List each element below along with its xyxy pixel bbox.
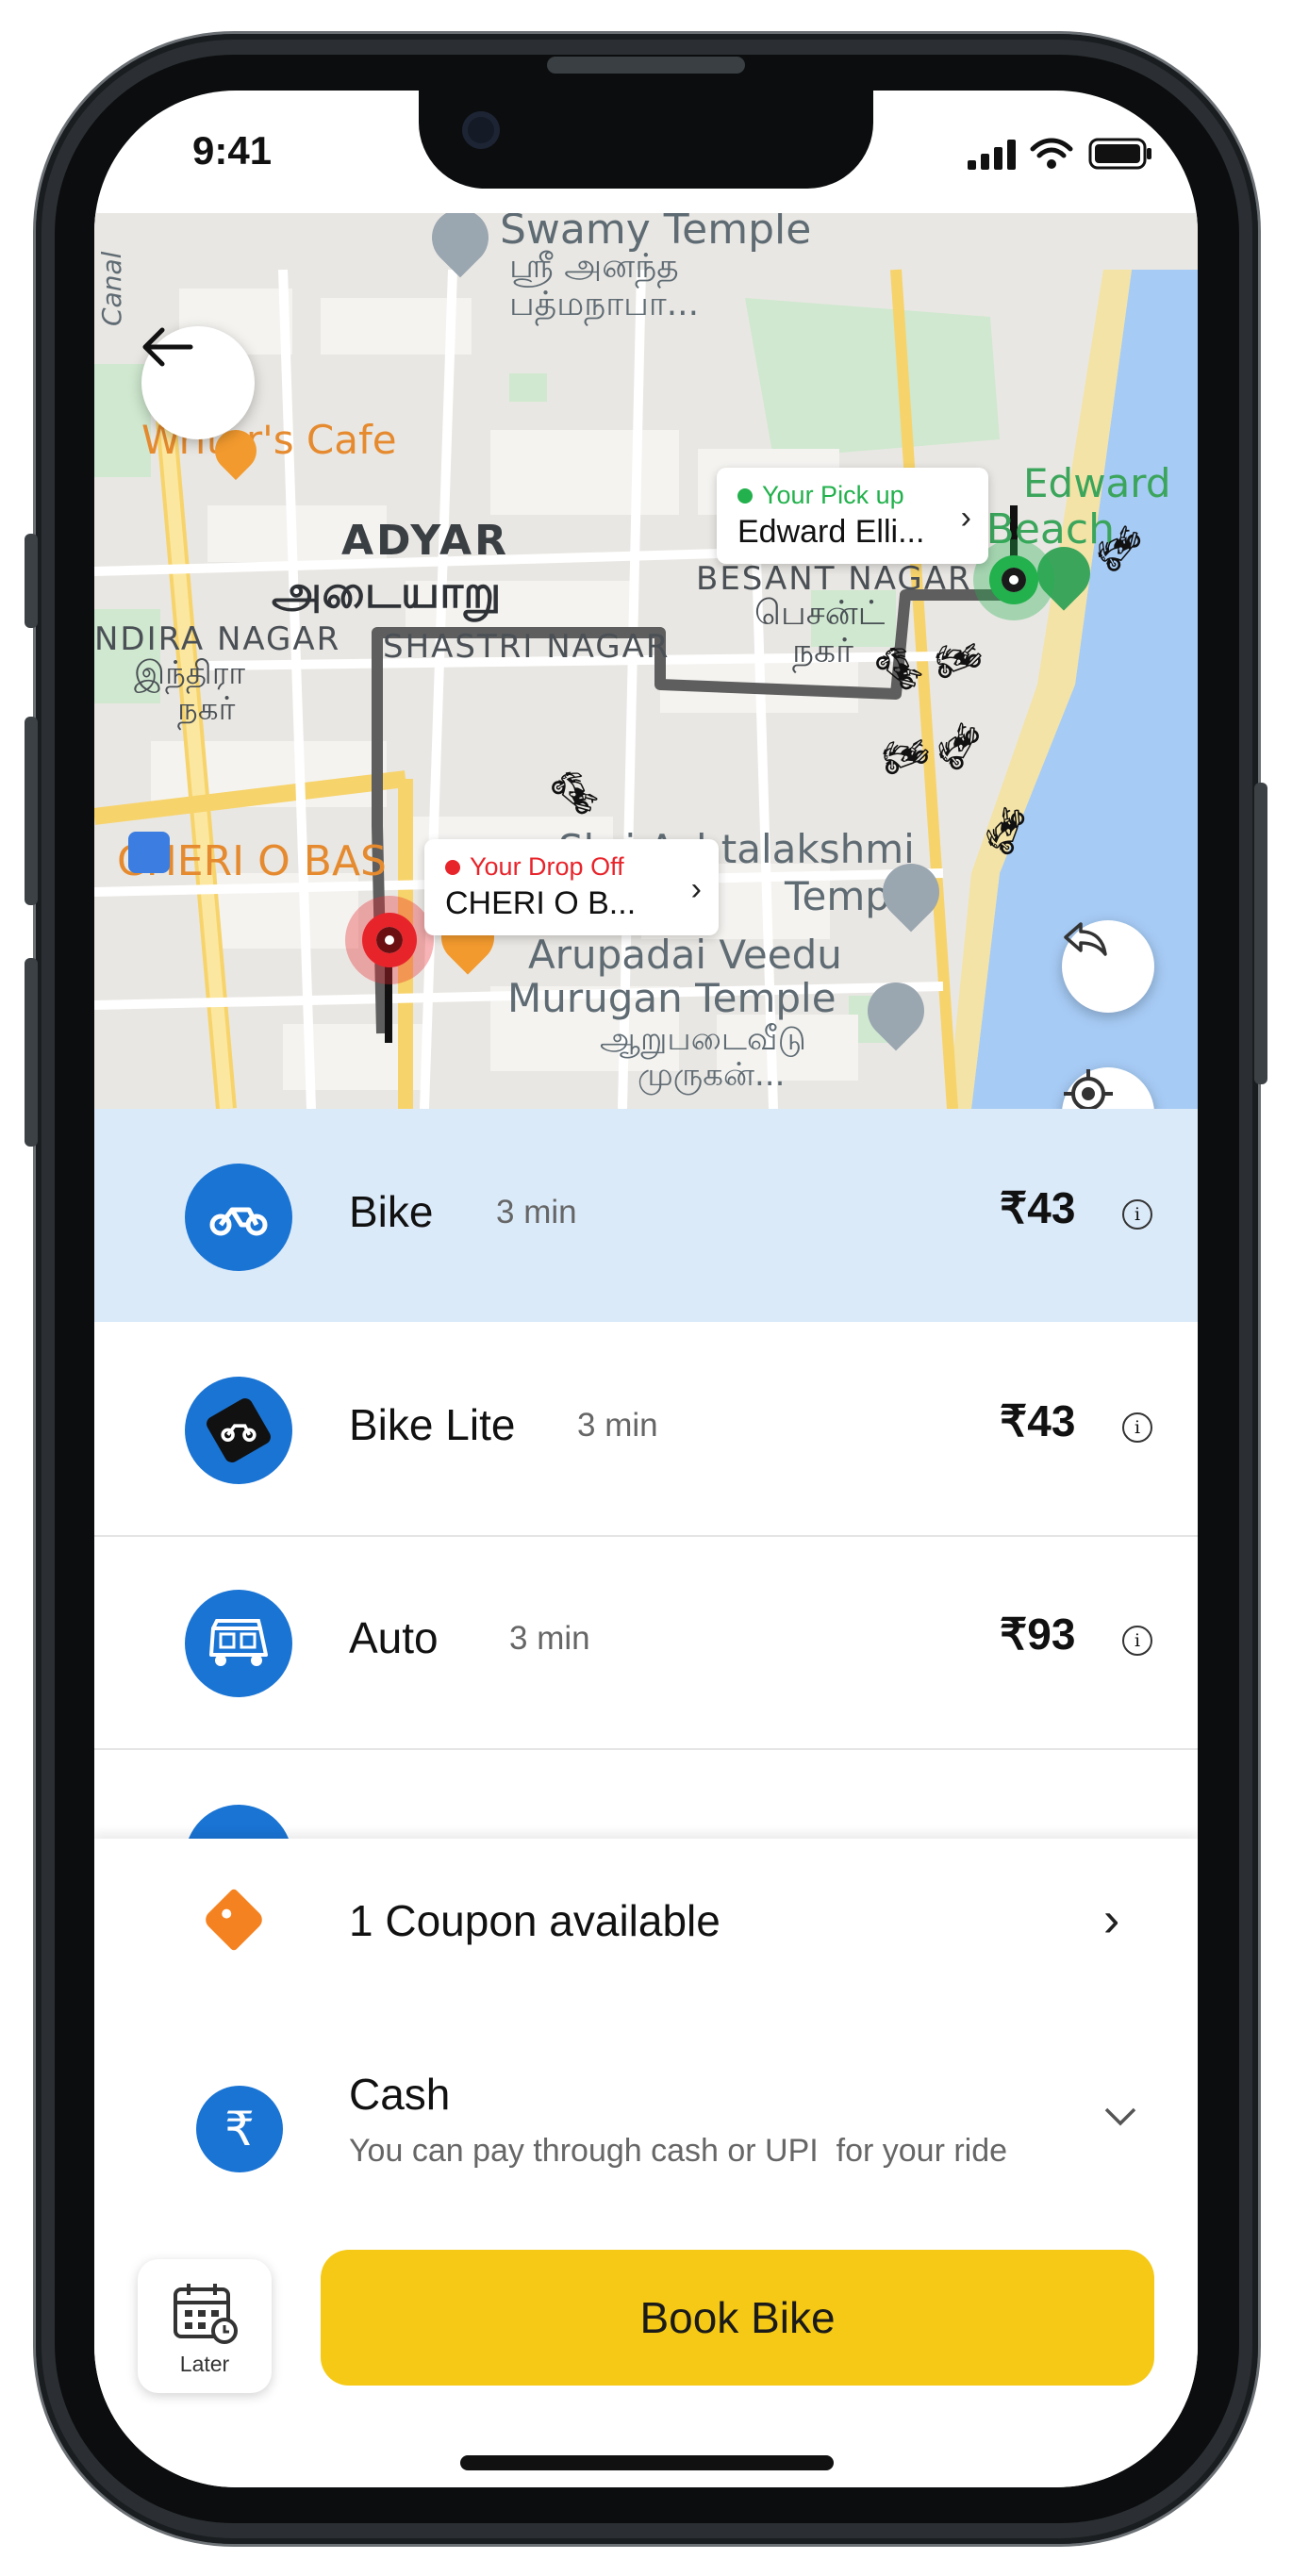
bike-icon xyxy=(185,1164,292,1271)
payment-subtitle: You can pay through cash or UPI for your… xyxy=(349,2133,1008,2169)
volume-up-button xyxy=(25,717,38,905)
ride-option-auto[interactable]: Auto 3 min ₹93 i xyxy=(94,1535,1198,1750)
speaker-grille xyxy=(547,57,745,74)
ride-name: Bike Lite xyxy=(349,1400,516,1449)
rupee-icon: ₹ xyxy=(196,2086,283,2172)
later-label: Later xyxy=(179,2352,230,2376)
power-button xyxy=(1254,783,1267,1084)
home-indicator xyxy=(460,2455,834,2470)
calendar-clock-icon xyxy=(174,2284,238,2344)
dropoff-pin xyxy=(345,896,434,984)
volume-down-button xyxy=(25,958,38,1147)
map-label-adyar-ta: அடையாறு xyxy=(272,566,502,619)
map-label-besant-nagar-ta2: நகர் xyxy=(792,632,853,670)
schedule-later-button[interactable]: Later xyxy=(138,2259,272,2393)
front-camera xyxy=(462,111,500,149)
ride-price: ₹43 xyxy=(1000,1183,1076,1232)
back-button[interactable] xyxy=(141,326,255,439)
map-label-indira-nagar: NDIRA NAGAR xyxy=(94,620,341,658)
status-time: 9:41 xyxy=(192,128,273,173)
info-icon[interactable]: i xyxy=(1122,1412,1152,1443)
dropoff-label: Your Drop Off xyxy=(470,852,624,881)
screen: Swamy Temple ஸ்ரீ அனந்த பத்மநாபா... Cana… xyxy=(94,91,1198,2487)
coupon-label: 1 Coupon available xyxy=(349,1896,721,1945)
map-label-canal: Canal xyxy=(96,251,127,326)
map-label-indira-nagar-ta2: நகர் xyxy=(177,690,236,728)
map-label-elliots-beach-1: Edward xyxy=(1023,460,1171,506)
reroute-button[interactable] xyxy=(1062,920,1154,1013)
arrow-left-icon xyxy=(142,327,193,367)
map-label-arupadai-2: Murugan Temple xyxy=(507,975,836,1021)
ride-price: ₹43 xyxy=(1000,1396,1076,1445)
crosshair-icon xyxy=(1064,1069,1113,1109)
book-bike-button[interactable]: Book Bike xyxy=(321,2250,1154,2386)
info-icon[interactable]: i xyxy=(1122,1199,1152,1230)
map-label-swamy-temple-ta2: பத்மநாபா... xyxy=(509,285,700,323)
ride-name: Auto xyxy=(349,1613,439,1662)
chevron-right-icon: › xyxy=(960,500,971,536)
mute-switch xyxy=(25,534,38,628)
dropoff-callout[interactable]: Your Drop Off CHERI O B... › xyxy=(424,839,719,935)
auto-rickshaw-icon xyxy=(185,1590,292,1697)
ride-eta: 3 min xyxy=(496,1194,577,1230)
ride-price: ₹93 xyxy=(1000,1610,1076,1659)
map-label-shastri-nagar: SHASTRI NAGAR xyxy=(383,628,671,666)
bike-lite-icon xyxy=(185,1377,292,1484)
train-station-icon xyxy=(128,832,170,873)
ride-option-bike-lite[interactable]: Bike Lite 3 min ₹43 i xyxy=(94,1322,1198,1537)
payment-title: Cash xyxy=(349,2070,451,2119)
chevron-right-icon: › xyxy=(690,871,702,907)
pickup-callout-header: Your Pick up xyxy=(737,481,968,510)
ride-option-bike[interactable]: Bike 3 min ₹43 i xyxy=(94,1109,1198,1322)
chevron-right-icon: › xyxy=(1103,1892,1120,1947)
map-label-arupadai-1: Arupadai Veedu xyxy=(528,932,842,978)
tag-icon xyxy=(202,1888,266,1952)
battery-icon xyxy=(1088,138,1154,174)
map-label-besant-nagar: BESANT NAGAR xyxy=(696,560,972,598)
coupon-row[interactable]: 1 Coupon available › xyxy=(94,1839,1198,2008)
chevron-down-icon xyxy=(1103,2106,1137,2132)
dropoff-callout-header: Your Drop Off xyxy=(445,852,698,882)
cellular-signal-icon xyxy=(968,140,1019,174)
pickup-callout[interactable]: Your Pick up Edward Elli... › xyxy=(717,468,988,564)
reply-arrow-icon xyxy=(1064,922,1107,956)
ride-eta: 3 min xyxy=(577,1407,658,1444)
dropoff-place: CHERI O B... xyxy=(445,885,637,921)
pickup-label: Your Pick up xyxy=(762,481,904,509)
wifi-icon xyxy=(1030,138,1073,174)
ride-name: Bike xyxy=(349,1187,434,1236)
map-view[interactable]: Swamy Temple ஸ்ரீ அனந்த பத்மநாபா... Cana… xyxy=(94,213,1198,1109)
ride-eta: 3 min xyxy=(509,1620,590,1657)
map-label-arupadai-ta2: முருகன்... xyxy=(638,1056,786,1094)
pickup-place: Edward Elli... xyxy=(737,514,925,550)
map-label-adyar: ADYAR xyxy=(341,517,509,565)
pickup-dot-icon xyxy=(737,487,753,504)
info-icon[interactable]: i xyxy=(1122,1626,1152,1656)
dropoff-dot-icon xyxy=(445,859,460,875)
payment-row[interactable]: ₹ Cash You can pay through cash or UPI f… xyxy=(94,2027,1198,2235)
